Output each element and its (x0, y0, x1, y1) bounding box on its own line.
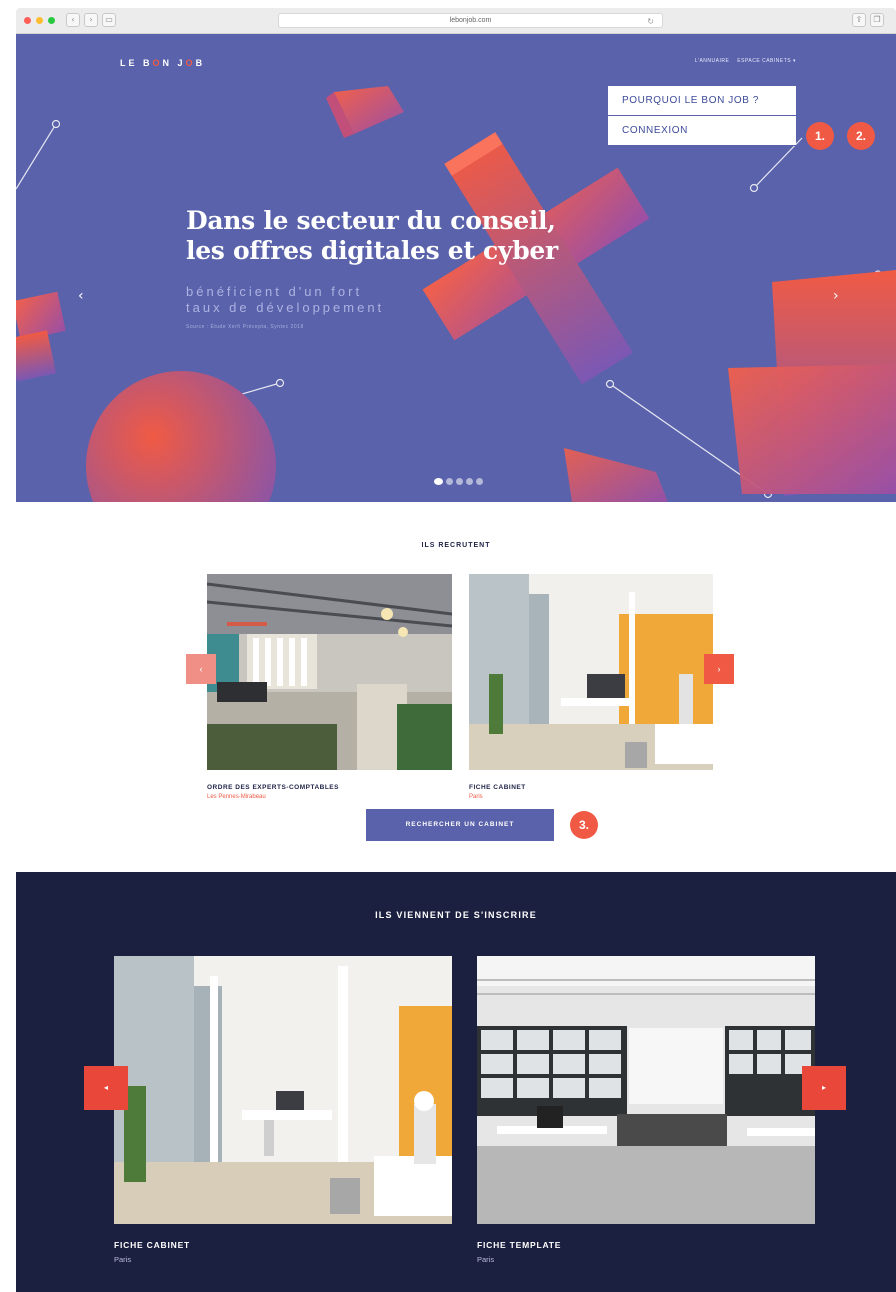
hero-prev-icon[interactable]: ‹ (78, 288, 84, 304)
hero-title: Dans le secteur du conseil, les offres d… (186, 206, 558, 266)
recruit-prev-button[interactable]: ‹ (186, 654, 216, 684)
logo-text-1: LE B (120, 58, 153, 68)
hero-title-line-1: Dans le secteur du conseil, (186, 206, 556, 235)
espace-cabinets-dropdown: POURQUOI LE BON JOB ? CONNEXION (608, 86, 796, 146)
recruit-card[interactable]: ORDRE DES EXPERTS-COMPTABLES Les Pennes-… (207, 574, 452, 800)
newcomer-card-name: FICHE TEMPLATE (477, 1240, 562, 1250)
recruit-card-location: Paris (469, 794, 483, 800)
search-cabinet-button[interactable]: RECHERCHER UN CABINET (366, 809, 554, 841)
hero-subtitle-line-1: bénéficient d'un fort (186, 284, 363, 299)
forward-icon[interactable]: › (84, 13, 98, 27)
newcomers-title: ILS VIENNENT DE S'INSCRIRE (375, 910, 537, 920)
address-url: lebonjob.com (449, 17, 492, 24)
office-photo (469, 574, 713, 770)
hero-dot-5[interactable] (476, 478, 483, 485)
step-badge-3: 3. (570, 811, 598, 839)
recruit-card[interactable]: FICHE CABINET Paris (469, 574, 713, 800)
hero-banner: LE BON JOB L'ANNUAIRE ESPACE CABINETS ▾ … (16, 34, 896, 502)
newcomer-card-name: FICHE CABINET (114, 1240, 191, 1250)
logo-text-2: N J (162, 58, 186, 68)
hero-pagination (434, 478, 483, 485)
hero-title-line-2: les offres digitales et cyber (186, 236, 558, 265)
top-nav: L'ANNUAIRE ESPACE CABINETS ▾ (695, 58, 796, 64)
share-icon[interactable]: ⇪ (852, 13, 866, 27)
close-window-button[interactable] (24, 17, 31, 24)
recruit-title: ILS RECRUTENT (421, 542, 491, 549)
newcomers-section: ILS VIENNENT DE S'INSCRIRE FICHE CABINET… (16, 872, 896, 1292)
site-logo[interactable]: LE BON JOB (120, 58, 205, 68)
browser-toolbar: ‹ › ▭ lebonjob.com ↻ ⇪ ❐ (16, 8, 896, 34)
newcomer-card[interactable]: FICHE TEMPLATE Paris (477, 956, 815, 1264)
logo-letter-o-2: O (185, 58, 196, 68)
hero-subtitle: bénéficient d'un fort taux de développem… (186, 284, 384, 316)
window-controls (24, 17, 55, 24)
minimize-window-button[interactable] (36, 17, 43, 24)
logo-text-3: B (195, 58, 206, 68)
tabs-icon[interactable]: ❐ (870, 13, 884, 27)
hero-dot-3[interactable] (456, 478, 463, 485)
office-photo (477, 956, 815, 1224)
recruit-card-name: FICHE CABINET (469, 784, 526, 791)
step-badge-1: 1. (806, 122, 834, 150)
newcomer-card[interactable]: FICHE CABINET Paris (114, 956, 452, 1264)
menu-item-connexion[interactable]: CONNEXION (608, 116, 796, 146)
newcomer-card-location: Paris (477, 1255, 495, 1264)
sidebar-icon[interactable]: ▭ (102, 13, 116, 27)
back-icon[interactable]: ‹ (66, 13, 80, 27)
recruit-next-button[interactable]: › (704, 654, 734, 684)
office-photo (114, 956, 452, 1224)
newcomer-card-location: Paris (114, 1255, 132, 1264)
hero-next-icon[interactable]: › (833, 288, 839, 304)
newcomers-next-button[interactable]: ▸ (802, 1066, 846, 1110)
address-bar[interactable]: lebonjob.com ↻ (278, 13, 663, 28)
logo-letter-o: O (152, 58, 163, 68)
office-photo (207, 574, 452, 770)
reload-icon[interactable]: ↻ (647, 15, 654, 28)
hero-dot-1[interactable] (434, 478, 443, 485)
hero-subtitle-line-2: taux de développement (186, 300, 385, 315)
nav-espace-cabinets[interactable]: ESPACE CABINETS ▾ (737, 58, 796, 64)
zoom-window-button[interactable] (48, 17, 55, 24)
newcomers-prev-button[interactable]: ◂ (84, 1066, 128, 1110)
recruit-card-name: ORDRE DES EXPERTS-COMPTABLES (207, 784, 339, 791)
step-badge-2: 2. (847, 122, 875, 150)
hero-dot-2[interactable] (446, 478, 453, 485)
nav-annuaire[interactable]: L'ANNUAIRE (695, 58, 730, 64)
hero-dot-4[interactable] (466, 478, 473, 485)
recruit-card-location: Les Pennes-Mirabeau (207, 794, 266, 800)
menu-item-pourquoi[interactable]: POURQUOI LE BON JOB ? (608, 86, 796, 116)
hero-source: Source : Étude Xerfi Précepta, Syntec 20… (186, 324, 304, 330)
